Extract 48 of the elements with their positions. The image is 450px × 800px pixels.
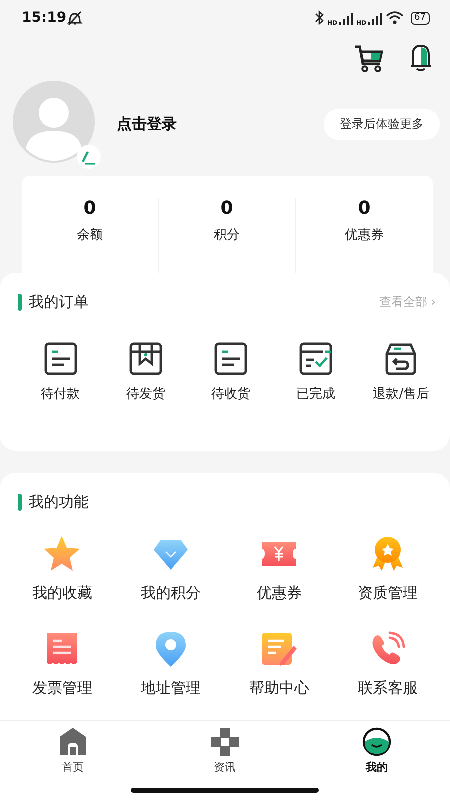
document-icon [44,342,78,376]
signal-icon [368,12,383,24]
feature-link[interactable]: 我的收藏 [32,584,92,603]
order-status-link[interactable]: 待发货 [126,385,166,403]
feature-link[interactable]: 资质管理 [358,584,418,603]
stat-label: 优惠券 [345,227,384,244]
document-icon [214,342,248,376]
edit-icon [77,145,101,169]
clock-time: 15:19 [22,10,67,26]
tab[interactable]: 资讯 [197,727,253,775]
feature-link[interactable]: 地址管理 [140,679,201,698]
feature-link[interactable]: 优惠券 [256,584,302,603]
stat-value: 0 [220,198,234,219]
checked-document-icon [299,342,334,376]
muted-bell-icon [66,10,83,26]
section-marker [18,294,22,311]
section-title: 我的订单 [29,293,90,312]
order-status-link[interactable]: 待收货 [211,385,250,403]
feature-link[interactable]: 我的积分 [140,584,201,603]
login-link[interactable]: 点击登录 [117,114,324,134]
tab[interactable]: 我的 [349,727,405,775]
stat-label: 余额 [77,227,103,244]
more-button[interactable]: 登录后体验更多 [324,108,440,140]
order-status-link[interactable]: 退款/售后 [373,385,430,403]
cart-icon [354,44,384,72]
battery-level: 67 [410,12,430,24]
section-title: 我的功能 [29,493,90,512]
avatar-silhouette-icon [13,81,95,163]
stat-value: 0 [358,198,371,219]
stat-value: 0 [84,198,96,219]
signal-icon [338,12,354,24]
bell-icon [410,44,432,72]
return-box-icon [384,342,418,376]
home-icon [58,727,88,757]
wifi-icon [386,11,404,25]
feature-link[interactable]: 帮助中心 [249,679,310,698]
smiley-face-icon [362,727,392,757]
section-marker [18,494,22,511]
star-icon [42,534,82,574]
bluetooth-icon [314,10,325,26]
tab[interactable]: 首页 [45,727,101,775]
order-status-link[interactable]: 待付款 [41,385,80,403]
grid-cross-icon [210,727,240,757]
feature-link[interactable]: 发票管理 [32,679,92,698]
feature-link[interactable]: 联系客服 [358,679,418,698]
order-status-link[interactable]: 已完成 [296,385,336,403]
stat-label: 积分 [214,227,240,244]
bookmark-box-icon [128,342,163,376]
